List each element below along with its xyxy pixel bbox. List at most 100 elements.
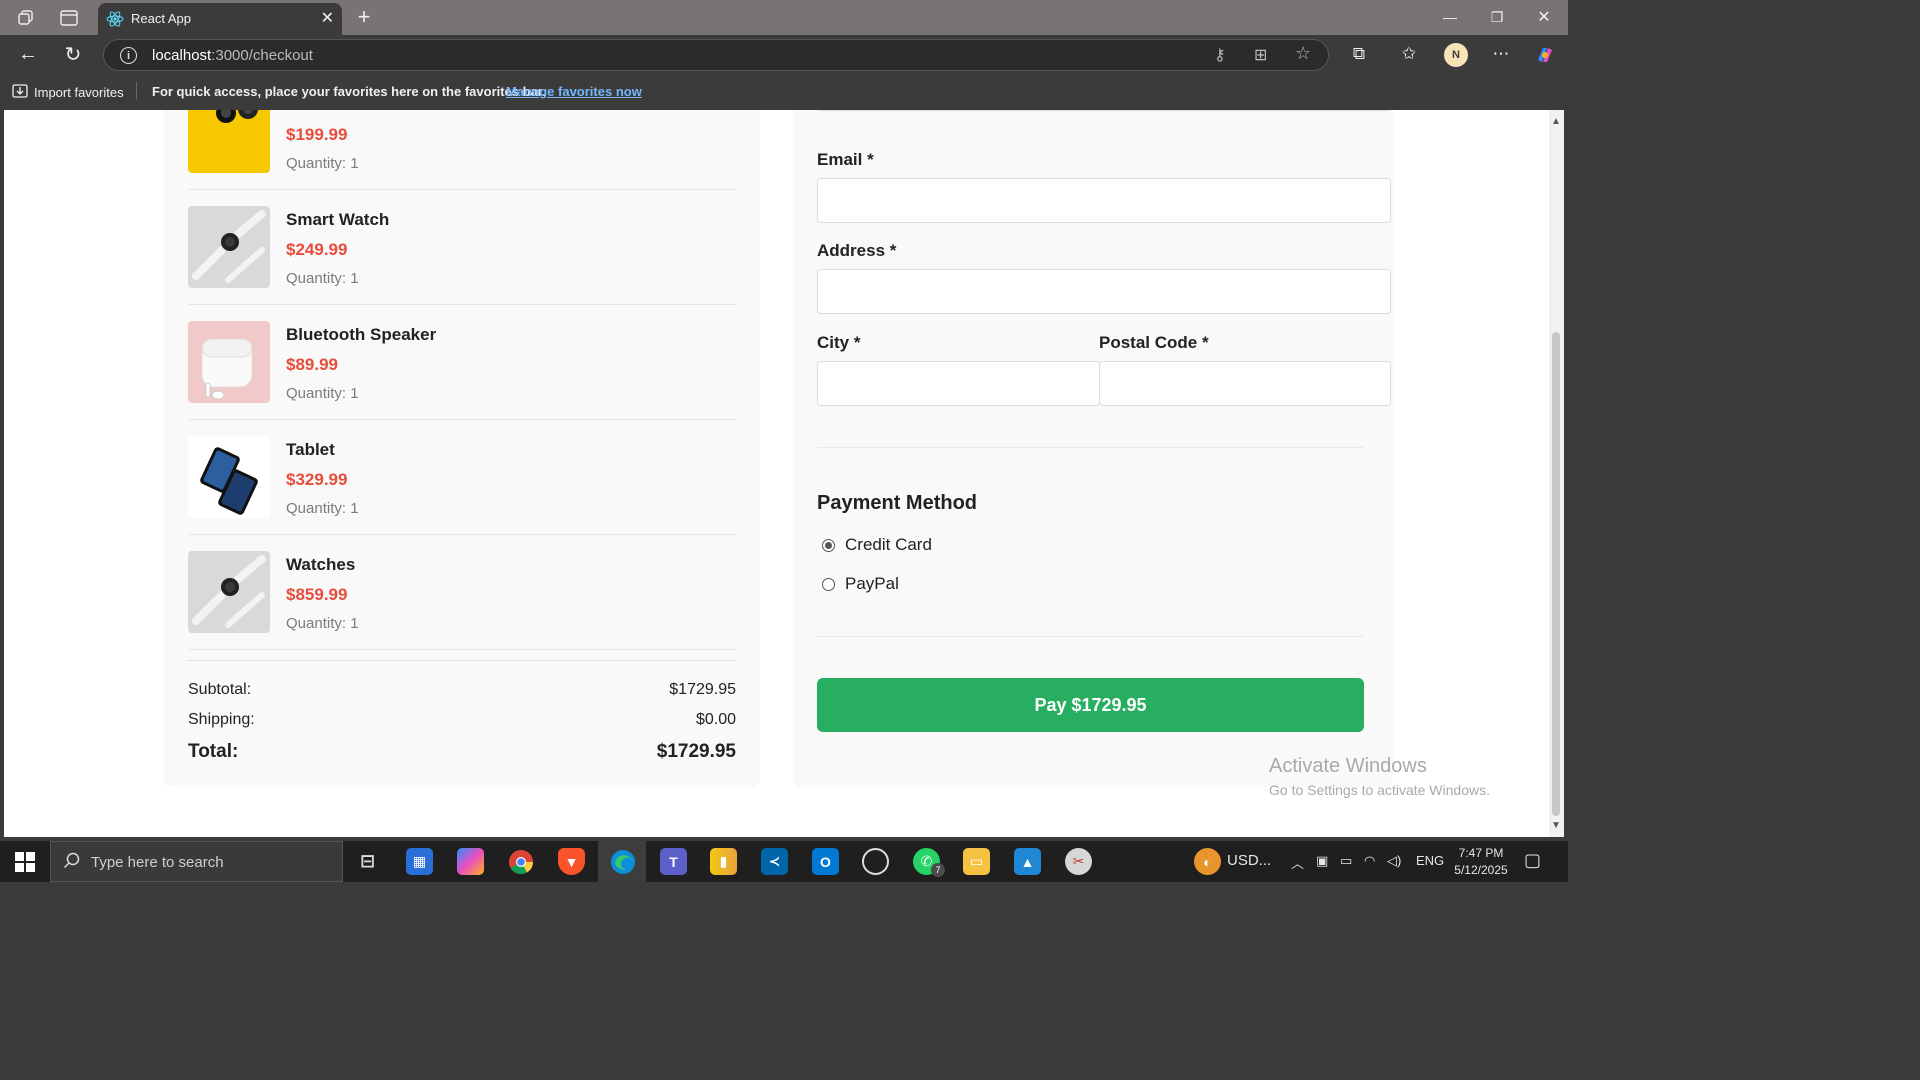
subtotal-label: Subtotal:	[188, 681, 252, 698]
language-indicator[interactable]: ENG	[1416, 853, 1444, 868]
clock-date: 5/12/2025	[1454, 863, 1508, 877]
weather-label[interactable]: USD...	[1227, 852, 1271, 869]
manage-favorites-link[interactable]: Manage favorites now	[506, 84, 642, 99]
system-clock[interactable]: 7:47 PM 5/12/2025	[1450, 845, 1512, 879]
notifications-icon[interactable]: ▢	[1524, 850, 1541, 871]
search-placeholder: Type here to search	[91, 854, 224, 871]
cart-item-price: $329.99	[286, 470, 348, 489]
subtotal-value: $1729.95	[669, 681, 736, 698]
close-tab-icon[interactable]: ✕	[321, 8, 334, 28]
cart-item: Watches $859.99 Quantity: 1	[188, 535, 736, 650]
taskbar-search[interactable]: Type here to search	[50, 841, 343, 882]
site-info-icon[interactable]: i	[120, 47, 137, 64]
profile-avatar[interactable]: N	[1444, 43, 1468, 67]
city-field[interactable]	[817, 361, 1100, 406]
favorites-divider	[136, 82, 137, 100]
workspaces-icon[interactable]	[14, 7, 38, 29]
extensions-icon[interactable]: ⧉	[1348, 43, 1370, 65]
scrollbar-thumb[interactable]	[1552, 332, 1560, 816]
order-summary-panel: $199.99 Quantity: 1 Smart Watch $249.99 Quan…	[164, 110, 760, 787]
tab-react-app[interactable]: React App ✕	[98, 3, 342, 35]
clock-time: 7:47 PM	[1458, 846, 1504, 860]
favorite-star-icon[interactable]: ☆	[1295, 43, 1311, 64]
refresh-icon[interactable]: ↻	[61, 43, 85, 66]
page-viewport: $199.99 Quantity: 1 Smart Watch $249.99 Quan…	[4, 110, 1549, 837]
payment-option-paypal[interactable]: PayPal	[822, 574, 899, 594]
order-totals: Subtotal: $1729.95 Shipping: $0.00 Total…	[188, 660, 736, 762]
phones-image	[188, 436, 270, 518]
page-scrollbar[interactable]: ▲ ▼	[1549, 110, 1564, 837]
show-hidden-icons-icon[interactable]: ︿	[1291, 853, 1304, 872]
payment-option-credit-card[interactable]: Credit Card	[822, 535, 932, 555]
volume-icon[interactable]: ◁)	[1387, 853, 1401, 869]
shipping-label: Shipping:	[188, 711, 255, 728]
outlook-icon[interactable]: O	[812, 848, 839, 875]
vertical-tabs-icon[interactable]	[57, 7, 81, 29]
cart-item-name: Tablet	[286, 440, 335, 459]
chrome-icon[interactable]	[507, 848, 534, 875]
cart-item-price: $859.99	[286, 585, 348, 604]
edge-icon[interactable]	[609, 848, 636, 875]
address-toolbar: ← ↻ i localhost:3000/checkout ⚷ ⊞ ☆ ⧉ ✩ …	[0, 35, 1568, 74]
credit-card-radio[interactable]	[822, 538, 835, 552]
app-available-icon[interactable]: ⊞	[1254, 45, 1267, 65]
form-divider	[817, 447, 1363, 448]
vscode-icon[interactable]: ≺	[761, 848, 788, 875]
copilot-app-icon[interactable]	[457, 848, 484, 875]
new-tab-icon[interactable]: +	[352, 4, 376, 29]
favorites-bar: Import favorites For quick access, place…	[0, 74, 1568, 110]
meet-now-icon[interactable]: ▣	[1316, 853, 1328, 869]
tab-title: React App	[131, 11, 191, 26]
cart-item: Bluetooth Speaker $89.99 Quantity: 1	[188, 305, 736, 420]
battery-icon[interactable]: ▭	[1340, 853, 1352, 869]
address-bar[interactable]: i localhost:3000/checkout ⚷ ⊞ ☆	[103, 39, 1329, 71]
task-view-icon[interactable]: ⊟	[354, 848, 381, 875]
url-text: localhost:3000/checkout	[152, 47, 313, 64]
windows-start-icon[interactable]	[15, 852, 35, 877]
copilot-icon[interactable]	[1533, 43, 1557, 67]
scroll-up-icon[interactable]: ▲	[1551, 116, 1561, 127]
cart-item-price: $199.99	[286, 125, 348, 144]
credit-card-label: Credit Card	[845, 535, 932, 554]
favorites-icon[interactable]: ✩	[1398, 43, 1420, 65]
more-menu-icon[interactable]: ⋯	[1490, 43, 1512, 65]
address-field[interactable]	[817, 269, 1391, 314]
pay-button[interactable]: Pay $1729.95	[817, 678, 1364, 732]
cart-item-name: Smart Watch	[286, 210, 390, 229]
import-favorites-button[interactable]: Import favorites	[12, 84, 124, 101]
paypal-radio[interactable]	[822, 577, 835, 591]
email-field[interactable]	[817, 178, 1391, 223]
teams-icon[interactable]: T	[660, 848, 687, 875]
checkout-form-panel: Email * Address * City * Postal Code * P…	[793, 110, 1393, 787]
minimize-icon[interactable]: —	[1438, 6, 1462, 28]
microsoft-store-icon[interactable]: ▦	[406, 848, 433, 875]
cart-item-name: Bluetooth Speaker	[286, 325, 437, 344]
back-icon[interactable]: ←	[16, 43, 40, 65]
address-label: Address *	[817, 241, 897, 260]
cart-item: Tablet $329.99 Quantity: 1	[188, 420, 736, 535]
postal-code-field[interactable]	[1099, 361, 1391, 406]
import-favorites-label: Import favorites	[34, 85, 124, 100]
photos-icon[interactable]: ▲	[1014, 848, 1041, 875]
activate-windows-subtitle: Go to Settings to activate Windows.	[1269, 782, 1490, 798]
city-label: City *	[817, 333, 861, 352]
wifi-icon[interactable]: ◠	[1364, 853, 1375, 869]
total-row: Total: $1729.95	[188, 741, 736, 763]
cart-item-quantity: Quantity: 1	[286, 385, 359, 402]
total-label: Total:	[188, 741, 239, 762]
restore-icon[interactable]: ❐	[1485, 6, 1509, 28]
brave-icon[interactable]: ▼	[558, 848, 585, 875]
close-window-icon[interactable]: ✕	[1532, 6, 1556, 28]
cart-item-price: $249.99	[286, 240, 348, 259]
file-explorer-icon[interactable]: ▭	[963, 848, 990, 875]
key-icon[interactable]: ⚷	[1214, 45, 1226, 65]
power-bi-icon[interactable]: ▮	[710, 848, 737, 875]
browser-tab-strip: React App ✕ + — ❐ ✕	[0, 0, 1568, 35]
scroll-down-icon[interactable]: ▼	[1551, 820, 1561, 831]
whatsapp-badge: 7	[931, 863, 945, 877]
import-icon	[12, 84, 28, 101]
cart-item-price: $89.99	[286, 355, 338, 374]
circular-app-icon[interactable]	[862, 848, 889, 875]
name-field[interactable]	[817, 110, 1391, 111]
snipping-tool-icon[interactable]: ✂	[1065, 848, 1092, 875]
